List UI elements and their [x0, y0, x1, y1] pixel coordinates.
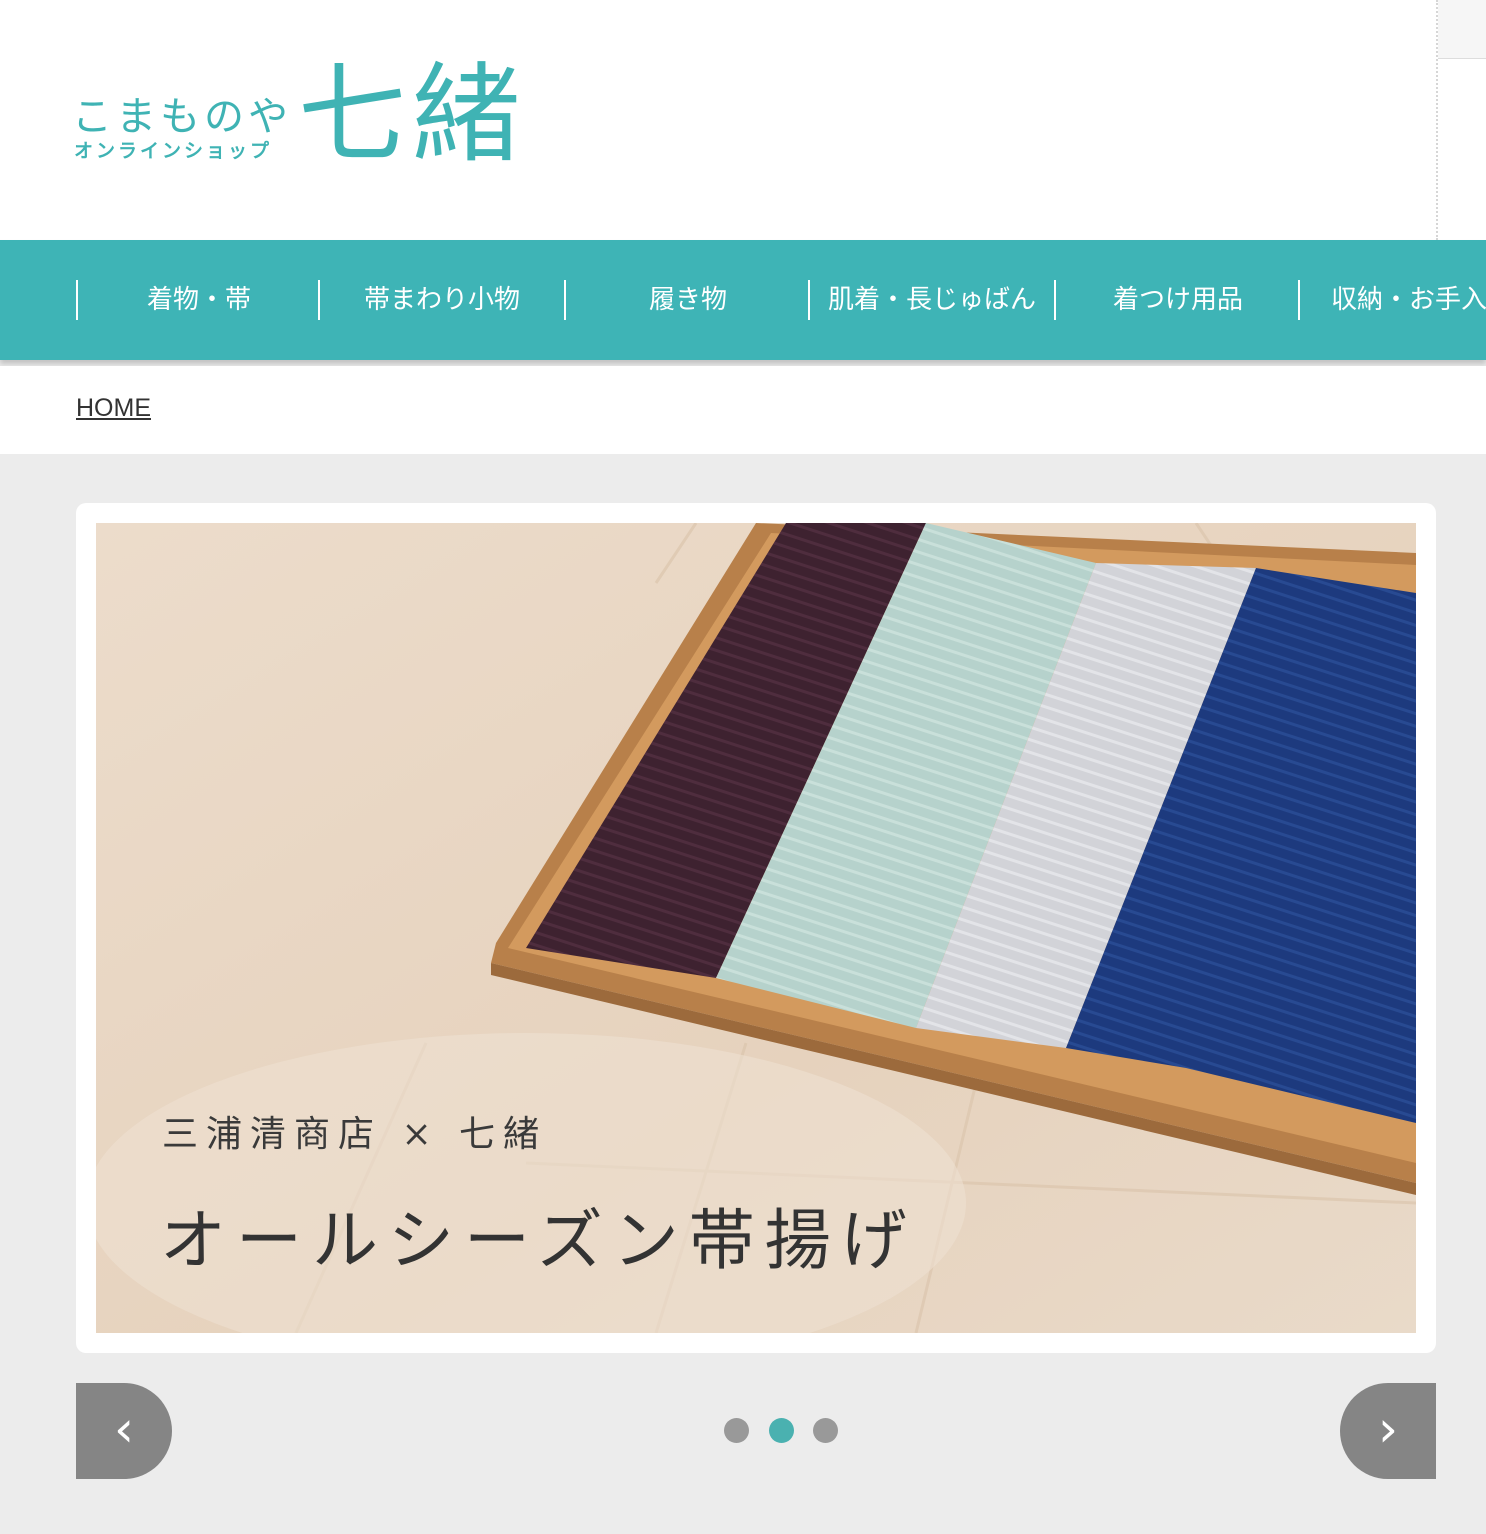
logo-line1: こまものや [72, 94, 292, 140]
hero-slider: 三浦清商店 × 七緒 オールシーズン帯揚げ [76, 503, 1436, 1353]
slider-prev-button[interactable]: ‹ [76, 1383, 172, 1479]
nav-item-dressing-tools[interactable]: 着つけ用品 [1056, 280, 1300, 320]
nav-item-kimono-obi[interactable]: 着物・帯 [77, 280, 321, 320]
logo-main-text: 七緒 [298, 53, 527, 178]
slider-dot-2-active[interactable] [769, 1418, 794, 1443]
breadcrumb-home-link[interactable]: HOME [76, 394, 151, 423]
chevron-left-icon: ‹ [114, 1400, 134, 1458]
slider-dot-1[interactable] [724, 1418, 749, 1443]
main-nav: 着物・帯 帯まわり小物 履き物 肌着・長じゅばん 着つけ用品 収納・お手入れ [0, 240, 1486, 360]
logo-line2: オンラインショップ [74, 140, 273, 162]
nav-item-footwear[interactable]: 履き物 [566, 280, 810, 320]
nav-item-obi-komono[interactable]: 帯まわり小物 [320, 280, 564, 320]
header-side-box [1438, 0, 1486, 59]
slide-caption-subtitle: 三浦清商店 × 七緒 [162, 1114, 548, 1155]
nav-item-storage-care[interactable]: 収納・お手入れ [1300, 280, 1486, 320]
slider-dot-3[interactable] [813, 1418, 838, 1443]
header-side-panel [1436, 0, 1486, 240]
slide-caption-title: オールシーズン帯揚げ [160, 1202, 917, 1279]
hero-slide-image[interactable]: 三浦清商店 × 七緒 オールシーズン帯揚げ [96, 523, 1416, 1333]
chevron-right-icon: › [1378, 1400, 1398, 1458]
site-header: こまものや オンラインショップ 七緒 [0, 0, 1486, 240]
nav-item-underwear[interactable]: 肌着・長じゅばん [810, 280, 1054, 320]
site-logo[interactable]: こまものや オンラインショップ 七緒 [72, 56, 532, 182]
slider-next-button[interactable]: › [1340, 1383, 1436, 1479]
breadcrumb: HOME [0, 366, 1486, 454]
